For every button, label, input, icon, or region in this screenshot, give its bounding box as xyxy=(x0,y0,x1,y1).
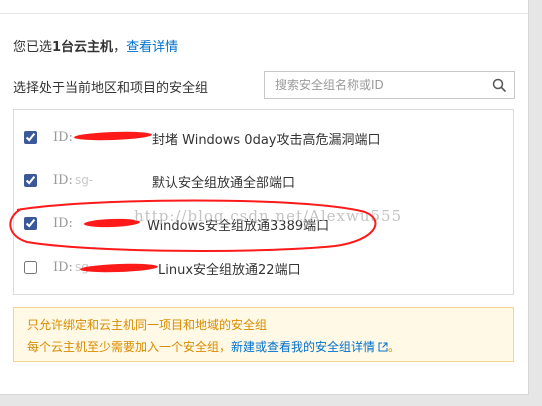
row-checkbox[interactable] xyxy=(24,174,37,187)
selected-count: 1台云主机 xyxy=(52,40,114,55)
selected-hosts-summary: 您已选1台云主机，查看详情 xyxy=(13,36,178,55)
id-label: ID: xyxy=(53,260,73,275)
redaction-mark xyxy=(73,130,153,142)
security-group-row[interactable]: ID: sg- Linux安全组放通22端口 xyxy=(14,254,513,282)
security-group-row[interactable]: ID: sg- 默认安全组放通全部端口 xyxy=(14,167,513,195)
search-icon[interactable] xyxy=(492,78,506,92)
notice-box: 只允许绑定和云主机同一项目和地域的安全组 每个云主机至少需要加入一个安全组，新建… xyxy=(13,307,514,362)
group-name: Windows安全组放通3389端口 xyxy=(147,219,330,234)
external-link-icon[interactable] xyxy=(378,342,388,352)
security-group-list: ID: 封堵 Windows 0day攻击高危漏洞端口 ID: sg- 默认安全… xyxy=(13,109,514,295)
row-checkbox[interactable] xyxy=(24,261,37,274)
row-checkbox[interactable] xyxy=(24,131,37,144)
search-input[interactable] xyxy=(265,72,485,98)
id-label: ID: xyxy=(53,216,73,231)
dialog-top-edge xyxy=(0,0,528,14)
id-label: ID: xyxy=(53,173,73,188)
create-or-view-security-group-link[interactable]: 新建或查看我的安全组详情 xyxy=(231,340,375,354)
security-group-dialog: 您已选1台云主机，查看详情 选择处于当前地区和项目的安全组 ID: 封堵 Win… xyxy=(0,0,529,395)
security-group-row[interactable]: ID: 封堵 Windows 0day攻击高危漏洞端口 xyxy=(14,124,513,152)
id-label: ID: xyxy=(53,130,73,145)
background-strip xyxy=(0,395,542,406)
group-id: sg- xyxy=(75,173,94,187)
selected-prefix: 您已选 xyxy=(13,40,53,55)
redaction-mark xyxy=(83,218,141,228)
security-group-row[interactable]: ID: Windows安全组放通3389端口 xyxy=(14,210,513,238)
notice-line-1: 只允许绑定和云主机同一项目和地域的安全组 xyxy=(27,318,268,332)
selected-separator: ， xyxy=(113,40,127,55)
notice-line-2: 每个云主机至少需要加入一个安全组，新建或查看我的安全组详情。 xyxy=(27,338,400,355)
group-name: Linux安全组放通22端口 xyxy=(158,263,301,278)
row-checkbox[interactable] xyxy=(24,217,37,230)
notice-line-2-prefix: 每个云主机至少需要加入一个安全组， xyxy=(27,340,232,354)
view-details-link[interactable]: 查看详情 xyxy=(126,40,178,55)
choose-security-group-label: 选择处于当前地区和项目的安全组 xyxy=(13,81,209,96)
notice-line-2-suffix: 。 xyxy=(388,340,401,354)
group-name: 封堵 Windows 0day攻击高危漏洞端口 xyxy=(152,133,381,148)
security-group-search xyxy=(264,71,515,99)
group-name: 默认安全组放通全部端口 xyxy=(152,176,296,191)
